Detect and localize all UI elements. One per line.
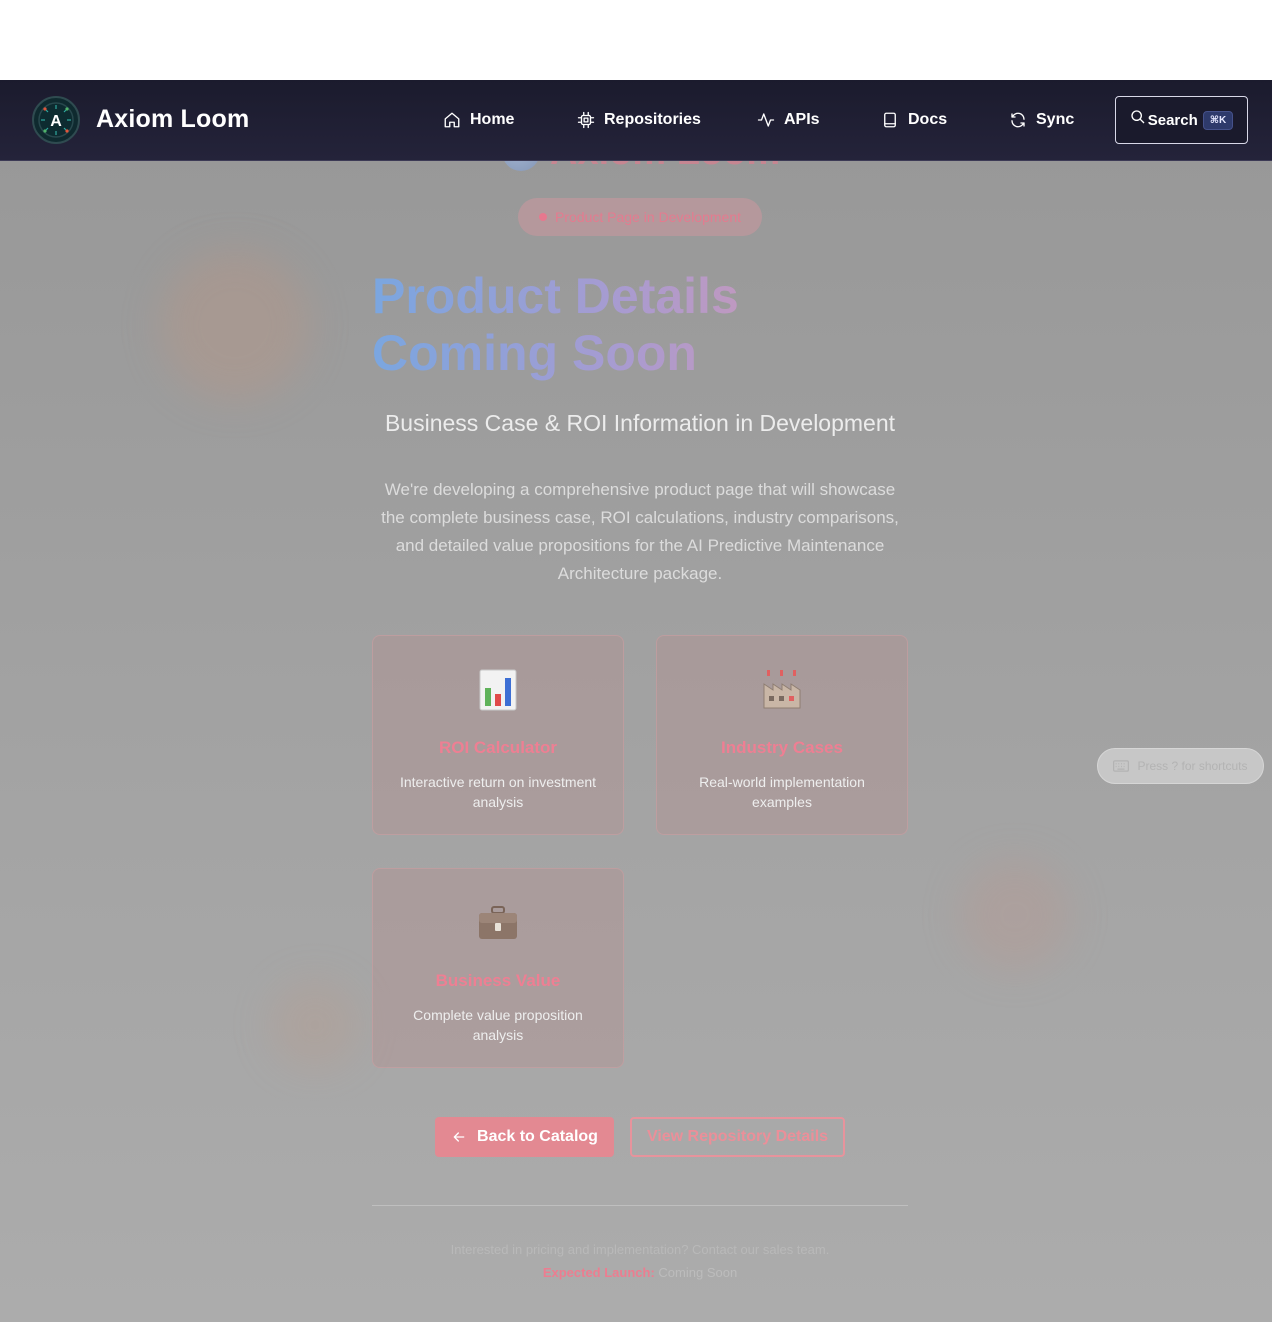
axiom-loom-logo-icon[interactable]: A <box>32 96 80 144</box>
briefcase-icon <box>373 901 623 945</box>
home-icon <box>444 112 460 128</box>
nav-sync-label: Sync <box>1036 111 1075 128</box>
nav-home-label: Home <box>470 111 515 128</box>
feature-card-industry: Industry Cases Real-world implementation… <box>656 635 908 835</box>
card-description: Real-world implementation examples <box>699 774 865 810</box>
feature-card-business-value: Business Value Complete value propositio… <box>372 868 624 1068</box>
nav-apis-label: APIs <box>784 111 820 128</box>
shortcuts-hint-label: Press ? for shortcuts <box>1137 759 1248 773</box>
keyboard-icon <box>1113 760 1130 772</box>
search-button[interactable]: Search ⌘K <box>1115 96 1248 144</box>
nav-repositories-label: Repositories <box>604 111 701 128</box>
card-description: Interactive return on investment analysi… <box>399 774 597 810</box>
nav-sync[interactable]: Sync <box>1009 108 1074 132</box>
background-glow <box>960 860 1070 970</box>
background-glow <box>160 250 310 400</box>
card-description: Complete value proposition analysis <box>413 1007 583 1043</box>
card-title: Industry Cases <box>721 738 843 757</box>
page-title: Product Details Coming Soon <box>372 268 932 382</box>
status-badge: Product Page in Development <box>518 198 762 236</box>
refresh-icon <box>1011 112 1025 128</box>
top-navbar: A Axiom Loom Home Repositories APIs Docs… <box>0 80 1272 161</box>
nav-repositories[interactable]: Repositories <box>577 108 701 132</box>
footer-launch-value: Coming Soon <box>658 1265 738 1280</box>
search-label: Search <box>1147 111 1198 129</box>
back-to-catalog-label: Back to Catalog <box>477 1128 598 1145</box>
footer-launch-label: Expected Launch: <box>542 1265 655 1280</box>
status-badge-label: Product Page in Development <box>555 209 741 225</box>
nav-docs-label: Docs <box>908 111 948 128</box>
brand-name[interactable]: Axiom Loom <box>96 105 249 134</box>
status-dot-icon <box>539 213 547 221</box>
book-icon <box>884 112 896 128</box>
factory-icon <box>657 668 907 712</box>
page-subtitle: Business Case & ROI Information in Devel… <box>384 410 896 436</box>
footer-launch: Expected Launch: Coming Soon <box>372 1265 908 1280</box>
card-title: Business Value <box>435 971 561 990</box>
shortcuts-hint[interactable]: Press ? for shortcuts <box>1097 748 1264 784</box>
svg-text:A: A <box>50 113 62 130</box>
page-description: We're developing a comprehensive product… <box>381 480 899 583</box>
feature-card-roi: ROI Calculator Interactive return on inv… <box>372 635 624 835</box>
card-title: ROI Calculator <box>438 738 558 757</box>
background-glow <box>270 980 360 1070</box>
back-to-catalog-button[interactable]: Back to Catalog <box>435 1117 614 1157</box>
nav-home[interactable]: Home <box>443 108 514 132</box>
search-shortcut-badge: ⌘K <box>1202 110 1234 130</box>
arrow-left-icon <box>453 1132 465 1142</box>
bar-chart-icon <box>373 668 623 712</box>
nav-apis[interactable]: APIs <box>757 108 820 132</box>
footer-contact-text: Interested in pricing and implementation… <box>450 1242 830 1257</box>
footer-divider <box>372 1205 908 1206</box>
view-repository-details-button[interactable]: View Repository Details <box>630 1117 845 1157</box>
activity-icon <box>757 113 775 127</box>
chip-icon <box>577 111 595 129</box>
search-icon <box>1131 110 1145 124</box>
nav-docs[interactable]: Docs <box>881 108 947 132</box>
